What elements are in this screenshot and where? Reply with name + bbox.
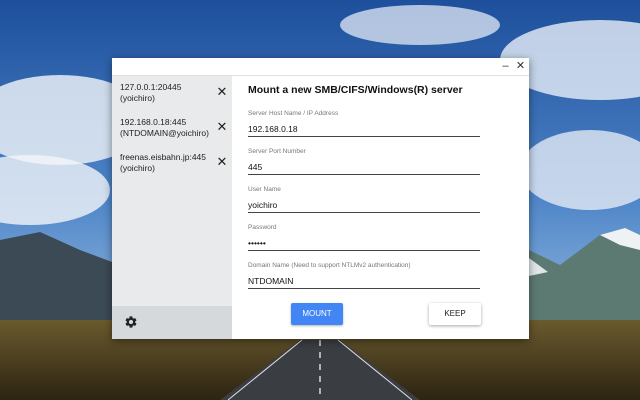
remove-server-icon[interactable]: ✕ [215, 85, 229, 99]
server-list-item[interactable]: 127.0.0.1:20445 (yoichiro) ✕ [112, 76, 232, 110]
password-input[interactable]: •••••• [248, 237, 480, 251]
mount-form: Mount a new SMB/CIFS/Windows(R) server S… [232, 76, 529, 339]
server-list-item[interactable]: 192.168.0.18:445 (NTDOMAIN@yoichiro) ✕ [112, 111, 232, 145]
username-input[interactable]: yoichiro [248, 199, 480, 213]
port-label: Server Port Number [248, 148, 306, 155]
password-label: Password [248, 224, 277, 231]
close-window-button[interactable]: ✕ [512, 58, 529, 75]
host-label: Server Host Name / IP Address [248, 110, 339, 117]
server-host: freenas.eisbahn.jp:445 [120, 152, 207, 162]
keep-button[interactable]: KEEP [429, 303, 481, 325]
username-label: User Name [248, 186, 281, 193]
smb-mount-dialog: – ✕ 127.0.0.1:20445 (yoichiro) ✕ 192.168… [112, 58, 529, 339]
domain-label: Domain Name (Need to support NTLMv2 auth… [248, 262, 411, 269]
remove-server-icon[interactable]: ✕ [215, 155, 229, 169]
mount-button[interactable]: MOUNT [291, 303, 343, 325]
server-list-item[interactable]: freenas.eisbahn.jp:445 (yoichiro) ✕ [112, 146, 232, 180]
form-title: Mount a new SMB/CIFS/Windows(R) server [248, 84, 463, 96]
server-host: 192.168.0.18:445 [120, 117, 187, 127]
server-user: (NTDOMAIN@yoichiro) [120, 128, 209, 138]
gear-icon[interactable] [124, 315, 138, 329]
server-user: (yoichiro) [120, 93, 155, 103]
host-input[interactable]: 192.168.0.18 [248, 123, 480, 137]
sidebar-footer [112, 306, 232, 339]
port-input[interactable]: 445 [248, 161, 480, 175]
server-list-sidebar: 127.0.0.1:20445 (yoichiro) ✕ 192.168.0.1… [112, 76, 232, 339]
remove-server-icon[interactable]: ✕ [215, 120, 229, 134]
window-titlebar[interactable]: – ✕ [112, 58, 529, 76]
domain-input[interactable]: NTDOMAIN [248, 275, 480, 289]
server-user: (yoichiro) [120, 163, 155, 173]
server-host: 127.0.0.1:20445 [120, 82, 182, 92]
